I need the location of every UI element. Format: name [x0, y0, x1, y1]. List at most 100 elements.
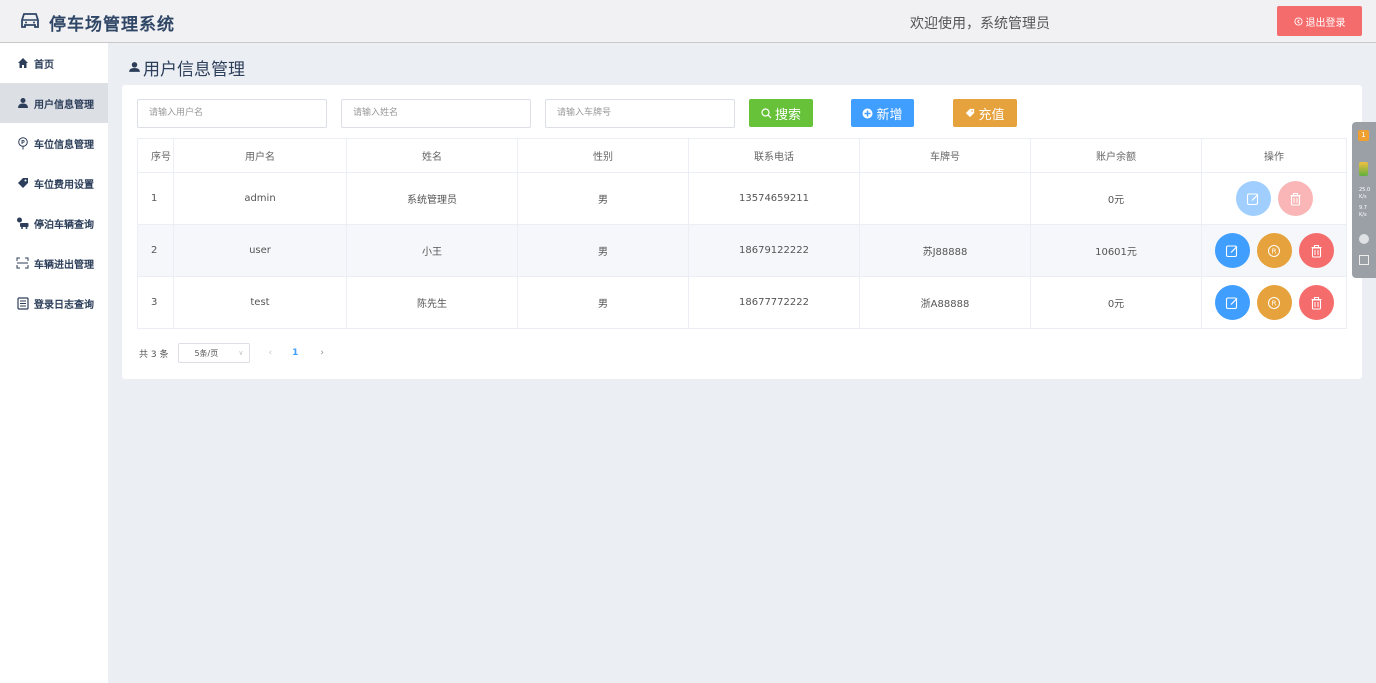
cell-balance: 10601元	[1030, 224, 1202, 277]
cell-actions: R	[1201, 224, 1347, 277]
sidebar-item-user-management[interactable]: 用户信息管理	[0, 83, 108, 123]
edit-icon	[1225, 244, 1238, 257]
trash-icon	[1290, 192, 1300, 206]
page-title-text: 用户信息管理	[143, 60, 245, 80]
home-icon	[16, 57, 29, 70]
table-row: 1 admin 系统管理员 男 13574659211 0元	[137, 172, 1347, 225]
registered-icon: R	[1268, 296, 1280, 309]
document-icon	[16, 296, 29, 310]
user-icon	[129, 62, 140, 72]
search-button[interactable]: 搜索	[749, 99, 813, 127]
download-unit: K/s	[1359, 212, 1367, 218]
sidebar-item-login-logs[interactable]: 登录日志查询	[0, 283, 108, 323]
cell-name: 小王	[346, 224, 518, 277]
sidebar-item-space-management[interactable]: P 车位信息管理	[0, 123, 108, 163]
svg-text:P: P	[21, 140, 25, 146]
cell-plate	[859, 172, 1031, 225]
table-row: 3 test 陈先生 男 18677772222 浙A88888 0元 R	[137, 276, 1347, 329]
logout-label: 退出登录	[1305, 17, 1346, 29]
scan-icon	[16, 257, 29, 270]
cell-balance: 0元	[1030, 276, 1202, 329]
trash-icon	[1311, 296, 1321, 310]
chart-icon[interactable]	[1359, 255, 1369, 265]
location-icon: P	[16, 136, 29, 150]
charge-button[interactable]: 充值	[953, 99, 1017, 127]
edit-button[interactable]	[1214, 233, 1250, 268]
row-index: 1	[137, 172, 174, 225]
sidebar-item-label: 首页	[34, 59, 54, 71]
rocket-icon[interactable]	[1359, 234, 1369, 244]
sidebar-item-fee-settings[interactable]: 车位费用设置	[0, 163, 108, 203]
welcome-text: 欢迎使用，系统管理员	[910, 16, 1050, 32]
add-button-label: 新增	[876, 107, 903, 123]
delete-button[interactable]	[1298, 233, 1334, 268]
svg-text:R: R	[1272, 247, 1277, 255]
app-header: 停车场管理系统 欢迎使用，系统管理员 退出登录	[0, 0, 1376, 43]
battery-icon	[1359, 162, 1368, 176]
column-header[interactable]: 联系电话	[688, 138, 860, 173]
notification-badge[interactable]: 1	[1358, 130, 1369, 141]
chevron-down-icon: ∨	[238, 349, 244, 357]
user-icon	[16, 97, 29, 110]
pagination: 共 3 条 5条/页 ∨ ‹ 1 ›	[139, 343, 324, 363]
price-tag-icon	[966, 108, 975, 118]
column-header[interactable]: 操作	[1201, 138, 1347, 173]
column-header[interactable]: 账户余额	[1030, 138, 1202, 173]
trash-icon	[1311, 244, 1321, 258]
page-size-value: 5条/页	[194, 348, 219, 358]
recharge-button[interactable]: R	[1256, 285, 1292, 320]
charge-button-label: 充值	[978, 107, 1005, 123]
plus-circle-icon	[862, 108, 873, 118]
sidebar-item-label: 停泊车辆查询	[34, 219, 94, 231]
name-search-input[interactable]: 请输入姓名	[341, 99, 531, 128]
row-index: 3	[137, 276, 174, 329]
price-tag-icon	[16, 177, 29, 190]
column-header[interactable]: 用户名	[173, 138, 347, 173]
next-page-icon[interactable]: ›	[320, 348, 324, 358]
upload-speed: 25.0	[1359, 187, 1371, 193]
edit-button[interactable]	[1235, 181, 1271, 216]
sidebar-item-home[interactable]: 首页	[0, 43, 108, 83]
column-header[interactable]: 序号	[137, 138, 174, 173]
edit-button[interactable]	[1214, 285, 1250, 320]
cell-actions: R	[1201, 276, 1347, 329]
cell-actions	[1201, 172, 1347, 225]
prev-page-icon[interactable]: ‹	[268, 348, 272, 358]
sidebar-item-parked-cars[interactable]: 停泊车辆查询	[0, 203, 108, 243]
sidebar-item-label: 车位费用设置	[34, 179, 94, 191]
sidebar-item-label: 车辆进出管理	[34, 259, 94, 271]
cell-name: 陈先生	[346, 276, 518, 329]
edit-icon	[1225, 296, 1238, 309]
sidebar-item-label: 用户信息管理	[34, 99, 94, 111]
delete-button[interactable]	[1277, 181, 1313, 216]
recharge-button[interactable]: R	[1256, 233, 1292, 268]
logout-button[interactable]: 退出登录	[1277, 6, 1362, 36]
cell-phone: 18679122222	[688, 224, 860, 277]
cell-username: admin	[173, 172, 347, 225]
car-logo-icon	[21, 13, 39, 28]
cell-phone: 13574659211	[688, 172, 860, 225]
cell-plate: 浙A88888	[859, 276, 1031, 329]
car-search-icon	[16, 217, 29, 230]
column-header[interactable]: 性别	[517, 138, 689, 173]
username-search-input[interactable]: 请输入用户名	[137, 99, 327, 128]
upload-unit: K/s	[1359, 194, 1367, 200]
plate-search-input[interactable]: 请输入车牌号	[545, 99, 735, 128]
app-title: 停车场管理系统	[49, 15, 175, 35]
page-size-select[interactable]: 5条/页 ∨	[178, 343, 251, 363]
add-button[interactable]: 新增	[851, 99, 914, 127]
column-header[interactable]: 车牌号	[859, 138, 1031, 173]
delete-button[interactable]	[1298, 285, 1334, 320]
content-card: 请输入用户名 请输入姓名 请输入车牌号 搜索 新增 充值 序号 用户名 姓名 性…	[122, 85, 1362, 379]
cell-phone: 18677772222	[688, 276, 860, 329]
cell-gender: 男	[517, 224, 689, 277]
sidebar-item-entry-exit[interactable]: 车辆进出管理	[0, 243, 108, 283]
cell-plate: 苏J88888	[859, 224, 1031, 277]
table-row: 2 user 小王 男 18679122222 苏J88888 10601元 R	[137, 224, 1347, 277]
cell-username: user	[173, 224, 347, 277]
column-header[interactable]: 姓名	[346, 138, 518, 173]
pagination-total: 共 3 条	[139, 349, 169, 360]
user-table: 序号 用户名 姓名 性别 联系电话 车牌号 账户余额 操作 1 admin 系统…	[137, 138, 1347, 329]
page-number[interactable]: 1	[292, 348, 298, 358]
floating-speed-widget[interactable]: 1 25.0 K/s 9.7 K/s	[1352, 122, 1376, 278]
